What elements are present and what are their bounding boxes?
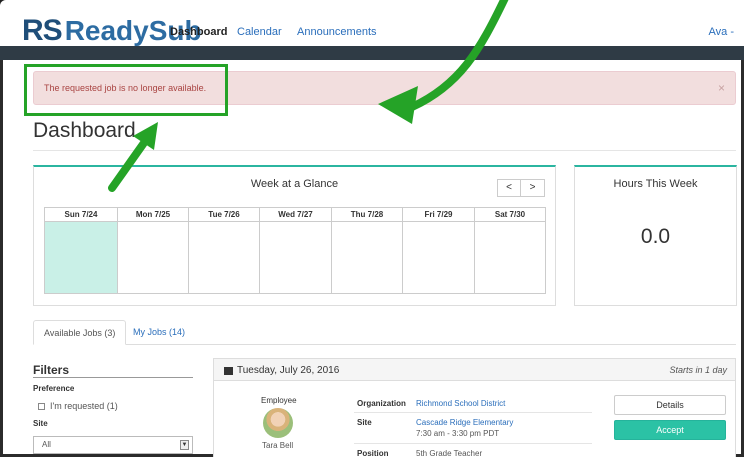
site-row: Site Cascade Ridge Elementary 7:30 am - … [354,413,592,444]
user-menu-dropdown[interactable]: Ava - [709,26,734,38]
details-button[interactable]: Details [614,395,726,415]
app-window: RS ReadySub Dashboard Calendar Announcem… [0,0,744,457]
page-title: Dashboard [33,119,136,142]
position-value: 5th Grade Teacher [416,449,483,457]
organization-row: Organization Richmond School District [354,395,592,413]
day-header: Wed 7/27 [260,208,331,222]
day-column-mon[interactable]: Mon 7/25 [117,208,188,293]
annotation-arrowhead-straight [133,122,158,150]
day-header: Mon 7/25 [118,208,188,222]
job-date-text: Tuesday, July 26, 2016 [237,365,340,376]
site-label: Site [357,418,372,427]
hours-panel-title: Hours This Week [613,178,698,190]
preference-label: Preference [33,384,75,393]
close-icon[interactable]: × [718,81,725,95]
nav-dashboard-link[interactable]: Dashboard [170,26,227,38]
site-select-value: All [42,440,51,449]
week-pager: < > [497,179,545,197]
avatar [263,408,293,438]
tab-available-jobs[interactable]: Available Jobs (3) [33,320,127,345]
day-column-thu[interactable]: Thu 7/28 [331,208,402,293]
prev-week-button[interactable]: < [497,179,521,197]
checkbox-box[interactable] [38,402,45,410]
day-header: Sat 7/30 [475,208,545,222]
requested-filter-label: I'm requested (1) [50,401,118,411]
site-select[interactable]: All ▼ [33,436,193,454]
week-calendar-grid: Sun 7/24 Mon 7/25 Tue 7/26 Wed 7/27 Thu … [44,207,546,294]
day-column-sat[interactable]: Sat 7/30 [474,208,545,293]
header-dark-strip [0,46,744,60]
day-column-fri[interactable]: Fri 7/29 [402,208,474,293]
next-week-button[interactable]: > [521,179,545,197]
job-starts-in: Starts in 1 day [669,365,727,375]
title-divider [33,150,736,151]
today-highlight [45,222,117,293]
day-header: Sun 7/24 [45,208,117,222]
position-label: Position [357,449,389,457]
week-panel-title: Week at a Glance [250,178,339,190]
filters-divider [33,377,193,378]
hours-value: 0.0 [640,225,671,248]
day-header: Tue 7/26 [189,208,259,222]
job-card-header: Tuesday, July 26, 2016 Starts in 1 day [214,359,735,381]
nav-calendar-link[interactable]: Calendar [237,26,282,38]
calendar-icon [224,366,233,375]
position-row: Position 5th Grade Teacher [354,444,592,457]
day-column-tue[interactable]: Tue 7/26 [188,208,259,293]
day-header: Fri 7/29 [403,208,474,222]
job-date: Tuesday, July 26, 2016 [224,365,339,376]
job-card: Tuesday, July 26, 2016 Starts in 1 day E… [213,358,736,457]
day-header: Thu 7/28 [332,208,402,222]
day-column-sun[interactable]: Sun 7/24 [45,208,117,293]
chevron-down-icon[interactable]: ▼ [180,440,189,450]
site-time: 7:30 am - 3:30 pm PDT [416,429,500,438]
week-at-a-glance-panel: Week at a Glance < > Sun 7/24 Mon 7/25 T… [33,165,556,306]
tab-my-jobs[interactable]: My Jobs (14) [123,320,195,345]
employee-label: Employee [261,396,297,405]
hours-this-week-panel: Hours This Week 0.0 [574,165,737,306]
site-filter-label: Site [33,419,48,428]
organization-label: Organization [357,399,406,408]
day-column-wed[interactable]: Wed 7/27 [259,208,331,293]
organization-link[interactable]: Richmond School District [416,399,505,408]
nav-announcements-link[interactable]: Announcements [297,26,377,38]
site-link[interactable]: Cascade Ridge Elementary [416,418,513,427]
jobs-tabs: Available Jobs (3) My Jobs (14) [33,320,736,345]
annotation-highlight-box [24,64,228,116]
logo-rs: RS [22,14,63,47]
accept-button[interactable]: Accept [614,420,726,440]
filters-title: Filters [33,363,70,377]
employee-name: Tara Bell [262,441,294,450]
requested-filter-checkbox[interactable]: I'm requested (1) [38,401,118,411]
